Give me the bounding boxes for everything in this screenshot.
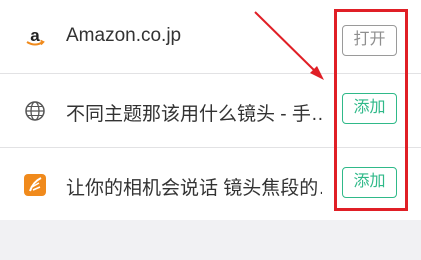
annotation-arrow [254,11,324,80]
